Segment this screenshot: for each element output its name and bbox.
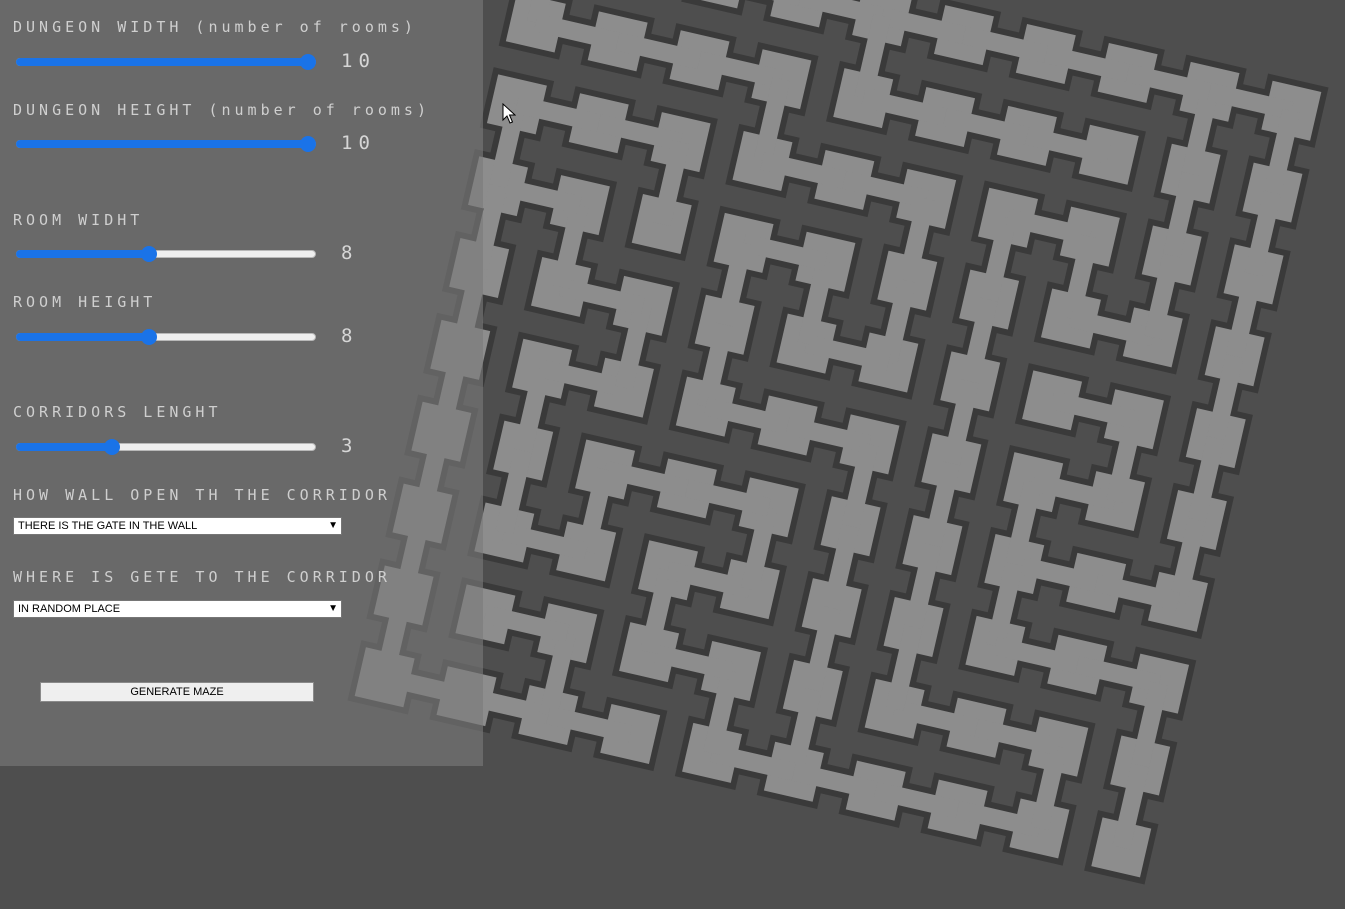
slider-thumb[interactable] (140, 246, 157, 262)
mouse-pointer-icon (502, 103, 516, 124)
slider-fill (16, 140, 308, 148)
slider-thumb[interactable] (104, 439, 121, 455)
gate-position-select[interactable]: IN RANDOM PLACE ▼ (13, 600, 342, 618)
slider-thumb[interactable] (300, 54, 316, 70)
gate-position-selected: IN RANDOM PLACE (18, 603, 121, 615)
dungeon-height-value: 10 (341, 132, 376, 154)
room-width-value: 8 (341, 242, 359, 264)
room-height-value: 8 (341, 325, 359, 347)
dungeon-maze (334, 0, 1341, 898)
wall-opening-select[interactable]: THERE IS THE GATE IN THE WALL ▼ (13, 517, 342, 535)
corridors-length-label: CORRIDORS LENGHT (13, 403, 222, 421)
slider-fill (16, 250, 149, 258)
dungeon-height-label: DUNGEON HEIGHT (number of rooms) (13, 101, 430, 119)
chevron-down-icon: ▼ (328, 520, 338, 531)
generate-maze-button[interactable]: GENERATE MAZE (40, 682, 314, 702)
wall-opening-label: HOW WALL OPEN TH THE CORRIDOR (13, 486, 391, 504)
dungeon-width-label: DUNGEON WIDTH (number of rooms) (13, 18, 417, 36)
slider-fill (16, 333, 149, 341)
slider-fill (16, 443, 113, 451)
dungeon-width-value: 10 (341, 50, 376, 72)
maze-canvas (347, 0, 1329, 885)
slider-thumb[interactable] (140, 329, 157, 345)
chevron-down-icon: ▼ (328, 603, 338, 614)
room-height-slider[interactable] (16, 329, 316, 345)
corridors-length-slider[interactable] (16, 439, 316, 455)
dungeon-width-slider[interactable] (16, 54, 316, 70)
settings-panel: DUNGEON WIDTH (number of rooms) 10 DUNGE… (0, 0, 483, 766)
gate-position-label: WHERE IS GETE TO THE CORRIDOR (13, 568, 391, 586)
dungeon-height-slider[interactable] (16, 136, 316, 152)
slider-thumb[interactable] (300, 136, 316, 152)
room-height-label: ROOM HEIGHT (13, 293, 157, 311)
slider-fill (16, 58, 308, 66)
wall-opening-selected: THERE IS THE GATE IN THE WALL (18, 520, 198, 532)
room-width-slider[interactable] (16, 246, 316, 262)
corridors-length-value: 3 (341, 435, 359, 457)
room-width-label: ROOM WIDHT (13, 211, 144, 229)
